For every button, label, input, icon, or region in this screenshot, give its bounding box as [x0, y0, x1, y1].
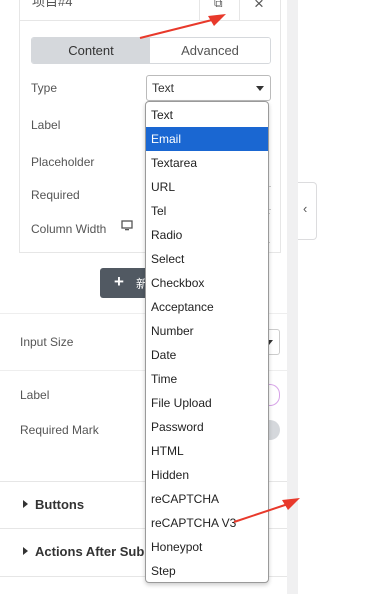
dropdown-option-label: Radio — [151, 228, 183, 242]
dropdown-option-label: Step — [151, 564, 176, 578]
caret-down-icon — [256, 86, 264, 91]
dropdown-option[interactable]: Number — [146, 319, 268, 343]
label-switch[interactable] — [268, 384, 280, 406]
dropdown-option[interactable]: Text — [146, 103, 268, 127]
preview-area — [298, 0, 381, 594]
type-label: Type — [31, 81, 58, 95]
type-select-value: Text — [152, 81, 175, 95]
annotation-arrow — [139, 14, 226, 39]
dropdown-option-label: Tel — [151, 204, 167, 218]
dropdown-option[interactable]: Select — [146, 247, 268, 271]
dropdown-option-label: Date — [151, 348, 177, 362]
dropdown-option-label: Honeypot — [151, 540, 203, 554]
dropdown-option-label: Textarea — [151, 156, 198, 170]
dropdown-option[interactable]: URL — [146, 175, 268, 199]
input-size-label: Input Size — [20, 335, 74, 349]
dropdown-option-label: Number — [151, 324, 194, 338]
label-field-label: Label — [31, 118, 61, 132]
placeholder-field-label: Placeholder — [31, 155, 95, 169]
dropdown-option-label: Acceptance — [151, 300, 214, 314]
dropdown-option[interactable]: Radio — [146, 223, 268, 247]
dropdown-option-label: reCAPTCHA V3 — [151, 516, 237, 530]
dropdown-option-label: Hidden — [151, 468, 190, 482]
dropdown-option-label: Password — [151, 420, 204, 434]
dropdown-option[interactable]: Time — [146, 367, 268, 391]
dropdown-option[interactable]: Checkbox — [146, 271, 268, 295]
dropdown-option[interactable]: Email — [146, 127, 268, 151]
dropdown-option-label: Email — [151, 132, 182, 146]
dropdown-option-label: reCAPTCHA — [151, 492, 220, 506]
close-icon: × — [254, 0, 264, 13]
type-select[interactable]: Text — [146, 75, 271, 101]
plus-icon: + — [114, 272, 124, 291]
dropdown-option[interactable]: Tel — [146, 199, 268, 223]
dropdown-option[interactable]: Date — [146, 343, 268, 367]
dropdown-option-label: Text — [151, 108, 174, 122]
required-mark-label: Required Mark — [20, 423, 99, 437]
caret-right-icon — [23, 500, 28, 508]
dropdown-option-label: URL — [151, 180, 176, 194]
dropdown-option-label: Checkbox — [151, 276, 205, 290]
dropdown-option-label: Select — [151, 252, 185, 266]
dropdown-option-label: Time — [151, 372, 178, 386]
required-field-label: Required — [31, 188, 80, 202]
collapse-panel-button[interactable]: ‹ — [298, 182, 317, 240]
column-width-label: Column Width — [31, 222, 107, 236]
repeater-item-title: 项目#4 — [32, 0, 73, 9]
section-actions-title: Actions After Sub — [35, 544, 145, 559]
dropdown-option-label: File Upload — [151, 396, 212, 410]
dropdown-option[interactable]: Hidden — [146, 463, 268, 487]
dropdown-option[interactable]: Step — [146, 559, 268, 583]
annotation-arrow — [233, 498, 300, 523]
remove-button[interactable]: × — [239, 0, 281, 20]
section-buttons-title: Buttons — [35, 497, 85, 512]
form-label-setting-label: Label — [20, 388, 50, 402]
dropdown-option[interactable]: HTML — [146, 439, 268, 463]
dropdown-option-label: HTML — [151, 444, 184, 458]
caret-right-icon — [23, 547, 28, 555]
desktop-icon[interactable] — [121, 220, 133, 234]
dropdown-option[interactable]: Textarea — [146, 151, 268, 175]
tab-content[interactable]: Content — [32, 38, 150, 63]
dropdown-option[interactable]: Acceptance — [146, 295, 268, 319]
dropdown-option[interactable]: File Upload — [146, 391, 268, 415]
dropdown-option[interactable]: Password — [146, 415, 268, 439]
dropdown-option[interactable]: Honeypot — [146, 535, 268, 559]
chevron-left-icon: ‹ — [303, 201, 308, 216]
